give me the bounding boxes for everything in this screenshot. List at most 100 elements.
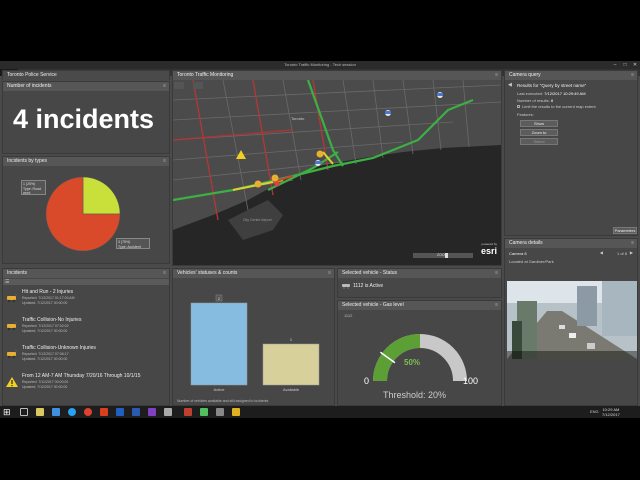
app-icon[interactable]: [232, 408, 240, 416]
show-button[interactable]: Show: [520, 120, 558, 127]
num-results: Number of results: 8: [517, 98, 554, 103]
vehicle-status-text: 1112 is Active: [353, 283, 384, 289]
map-label-city: Toronto: [291, 116, 305, 121]
panel-menu-icon[interactable]: ≡: [163, 82, 166, 91]
incident-count-text: 4 incidents: [13, 104, 155, 134]
vehicle-marker[interactable]: [315, 160, 321, 166]
panel-menu-icon[interactable]: ≡: [631, 71, 634, 80]
camera-query-panel: Camera query ≡ ◀ Results for "Query by st…: [504, 70, 638, 236]
app-icon[interactable]: [200, 408, 208, 416]
gauge-min: 0: [364, 376, 370, 386]
word-icon[interactable]: [132, 408, 140, 416]
gauge-value: 50%: [404, 358, 421, 367]
close-icon[interactable]: ✕: [630, 61, 640, 69]
list-item[interactable]: Traffic Collision-Unknown Injuries Repor…: [6, 345, 166, 373]
features-label: Features:: [517, 112, 534, 117]
panel-title: Selected vehicle - Status ≡: [338, 269, 501, 278]
pie-slice-road-work[interactable]: [82, 176, 121, 215]
visual-studio-icon[interactable]: [148, 408, 156, 416]
warning-icon: [6, 377, 18, 387]
list-item[interactable]: From 12 AM-7 AM Thursday 7/20/16 Through…: [6, 373, 166, 401]
list-view-icon[interactable]: ☰: [5, 279, 9, 285]
pie-label-accident: 3 (75%) Type: Accident: [116, 238, 150, 249]
screen: Toronto Traffic Monitoring - Tech sessio…: [0, 0, 640, 480]
panel-menu-icon[interactable]: ≡: [163, 157, 166, 166]
panel-title: Incidents by types ≡: [3, 157, 169, 166]
vehicles-statuses-panel: Vehicles' statuses & counts ≡ 2 1 Active …: [172, 268, 335, 406]
panel-menu-icon[interactable]: ≡: [495, 301, 498, 310]
app-icon[interactable]: [216, 408, 224, 416]
incidents-panel: Incidents ≡ ☰ Hit and Run - 2 Injuries Re…: [2, 268, 170, 406]
windows-start-icon[interactable]: ⊞: [3, 407, 11, 418]
bar-active[interactable]: [190, 302, 248, 386]
chart-footer: Number of vehicles available and still a…: [177, 399, 269, 403]
threshold-label: Threshold: 20%: [383, 390, 447, 400]
prev-arrow-icon[interactable]: ◀: [600, 250, 603, 255]
camera-feed-image: [507, 281, 637, 359]
incident-marker[interactable]: [274, 181, 280, 187]
panel-title: Toronto Police Service: [3, 71, 169, 80]
parameters-button[interactable]: Parameters: [613, 227, 637, 234]
limit-extent-checkbox[interactable]: [517, 105, 520, 108]
incident-marker[interactable]: [271, 174, 279, 182]
esri-logo: esri: [480, 246, 497, 256]
panel-title: Camera query ≡: [505, 71, 637, 80]
selected-vehicle-status-panel: Selected vehicle - Status ≡ 1112 is Activ…: [337, 268, 502, 298]
map-basemap-button[interactable]: [193, 82, 203, 89]
bar-chart: 2 1 Active Available: [190, 294, 320, 392]
zoom-to-button[interactable]: Zoom to: [520, 129, 558, 136]
camera-pager: 1 of 8: [616, 251, 627, 256]
back-arrow-icon[interactable]: ◀: [508, 82, 512, 88]
zoom-label: ZOOM: [437, 253, 448, 257]
firefox-icon[interactable]: [100, 408, 108, 416]
select-button[interactable]: Select: [520, 138, 558, 145]
incident-marker[interactable]: [254, 180, 262, 188]
next-arrow-icon[interactable]: ▶: [630, 250, 633, 255]
title-bar: Toronto Traffic Monitoring - Tech sessio…: [0, 61, 640, 69]
window-title: Toronto Traffic Monitoring - Tech sessio…: [284, 62, 356, 67]
panel-menu-icon[interactable]: ≡: [328, 269, 331, 278]
search-icon[interactable]: [20, 408, 28, 416]
panel-menu-icon[interactable]: ≡: [163, 269, 166, 278]
category-label-active: Active: [214, 387, 226, 392]
file-explorer-icon[interactable]: [36, 408, 44, 416]
chrome-icon[interactable]: [84, 408, 92, 416]
minimize-icon[interactable]: –: [610, 61, 620, 69]
list-item[interactable]: Hit and Run - 2 Injuries Reported: 7/12/…: [6, 289, 166, 317]
clock[interactable]: 10:29 AM 7/12/2017: [602, 407, 620, 417]
panel-title: Selected vehicle - Gas level ≡: [338, 301, 501, 310]
panel-menu-icon[interactable]: ≡: [631, 239, 634, 248]
gas-level-panel: Selected vehicle - Gas level ≡ 1112 50% 0…: [337, 300, 502, 406]
bar-available[interactable]: [262, 343, 320, 386]
map-label-island: City Centre Airport: [243, 218, 272, 222]
panel-title: Incidents ≡: [3, 269, 169, 278]
app-icon[interactable]: [184, 408, 192, 416]
map-view[interactable]: Toronto City Centre Airport ZOOM powered…: [173, 80, 501, 265]
map-layers-button[interactable]: [174, 82, 184, 89]
panel-menu-icon[interactable]: ≡: [495, 269, 498, 278]
panel-title: Vehicles' statuses & counts ≡: [173, 269, 334, 278]
gauge-max: 100: [463, 376, 479, 386]
map-canvas[interactable]: [173, 80, 501, 265]
list-item[interactable]: Traffic Collision-No Injuries Reported: …: [6, 317, 166, 345]
camera-name: Camera 8: [509, 251, 527, 256]
car-crash-icon: [7, 322, 17, 331]
data-label-available: 1: [290, 337, 293, 342]
panel-menu-icon[interactable]: ≡: [495, 71, 498, 80]
app-icon[interactable]: [164, 408, 172, 416]
maximize-icon[interactable]: □: [620, 61, 630, 69]
last-executed: Last executed: 7/12/2017 10:29:49 AM: [517, 91, 586, 96]
vehicle-marker[interactable]: [437, 92, 443, 98]
skype-icon[interactable]: [68, 408, 76, 416]
car-crash-icon: [7, 294, 17, 303]
incident-marker[interactable]: [316, 150, 324, 158]
toronto-police-panel: Toronto Police Service: [2, 70, 170, 80]
language-indicator[interactable]: ENG: [590, 409, 599, 414]
vehicle-marker[interactable]: [385, 110, 391, 116]
store-icon[interactable]: [52, 408, 60, 416]
results-title: Results for "Query by street name": [517, 83, 587, 88]
gas-vehicle-id: 1112: [344, 313, 353, 318]
taskbar: ⊞ ENG 10:29 AM 7/12/2017: [0, 406, 640, 418]
edge-icon[interactable]: [116, 408, 124, 416]
car-icon: [342, 284, 350, 289]
